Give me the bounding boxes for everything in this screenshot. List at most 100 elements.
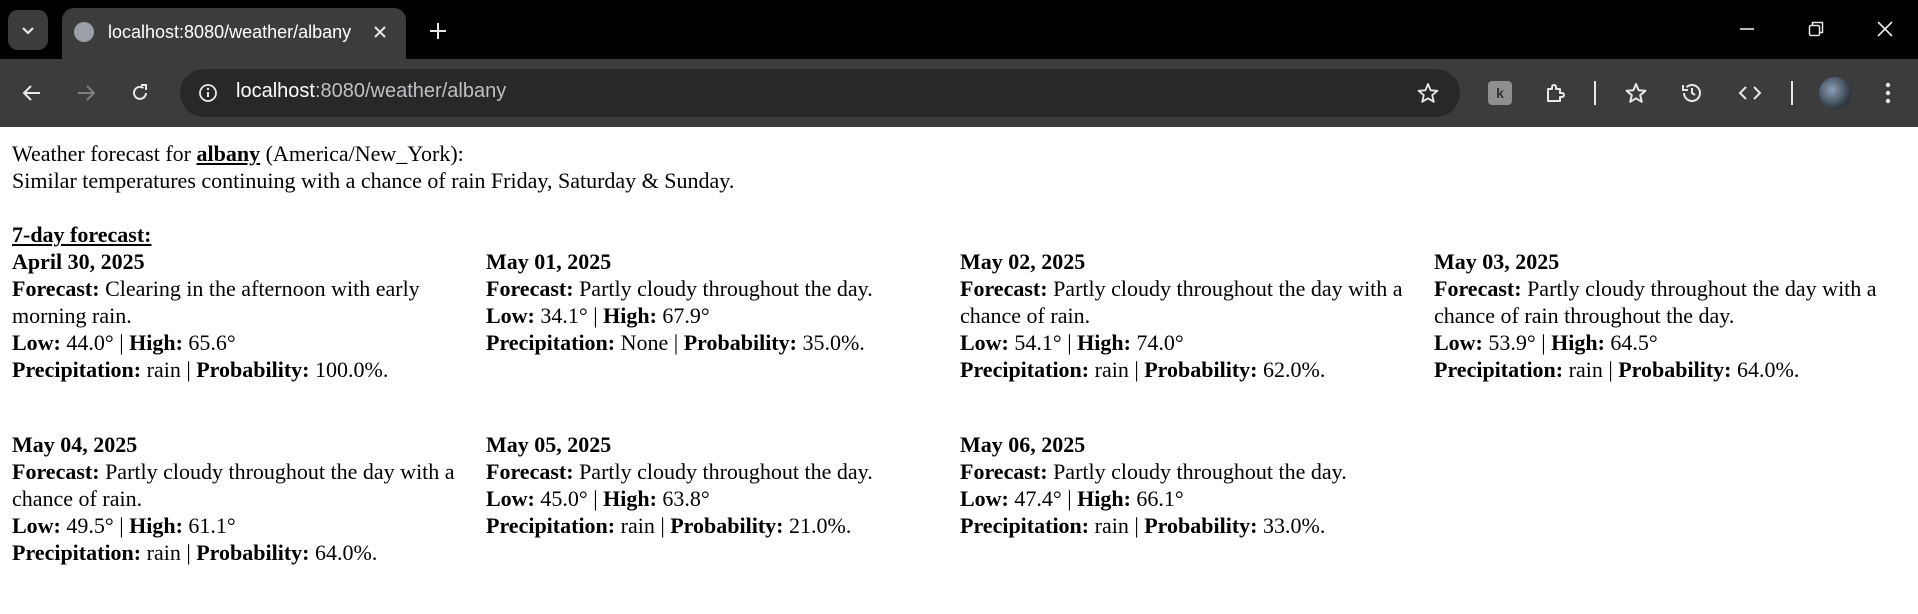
restore-button[interactable] <box>1801 14 1831 44</box>
high-label: High: <box>1077 486 1131 511</box>
forecast-description: Forecast: Partly cloudy throughout the d… <box>960 275 1424 329</box>
low-temp: 49.5° <box>66 513 114 538</box>
probability-label: Probability: <box>683 330 797 355</box>
url-path: :8080/weather/albany <box>314 80 507 102</box>
forecast-description: Forecast: Clearing in the afternoon with… <box>12 275 476 329</box>
probability-label: Probability: <box>1618 357 1732 382</box>
new-tab-button[interactable] <box>424 17 452 45</box>
low-label: Low: <box>1434 330 1483 355</box>
low-label: Low: <box>960 486 1009 511</box>
forecast-label: Forecast: <box>12 459 100 484</box>
url-text[interactable]: localhost:8080/weather/albany <box>236 80 506 103</box>
precipitation-line: Precipitation: rain | Probability: 64.0%… <box>1434 356 1898 383</box>
probability-value: 21.0%. <box>789 513 852 538</box>
star-list-icon <box>1625 83 1647 103</box>
menu-button[interactable] <box>1872 77 1904 109</box>
precipitation-label: Precipitation: <box>960 357 1090 382</box>
high-temp: 61.1° <box>188 513 236 538</box>
separator: | <box>587 303 604 328</box>
extensions-button[interactable] <box>1540 77 1572 109</box>
forward-button[interactable] <box>70 77 102 109</box>
low-temp: 54.1° <box>1014 330 1062 355</box>
probability-label: Probability: <box>670 513 784 538</box>
probability-value: 100.0%. <box>315 357 389 382</box>
precipitation-label: Precipitation: <box>486 513 616 538</box>
forecast-text: Partly cloudy throughout the day. <box>1053 459 1347 484</box>
probability-label: Probability: <box>196 540 310 565</box>
close-window-button[interactable] <box>1870 14 1900 44</box>
separator: | <box>654 513 671 538</box>
browser-toolbar: localhost:8080/weather/albany k <box>0 59 1918 127</box>
low-temp: 45.0° <box>540 486 588 511</box>
separator: | <box>587 486 604 511</box>
precipitation-line: Precipitation: None | Probability: 35.0%… <box>486 329 950 356</box>
code-icon <box>1738 86 1762 100</box>
tab-strip: localhost:8080/weather/albany <box>0 0 1918 59</box>
precipitation-line: Precipitation: rain | Probability: 21.0%… <box>486 512 950 539</box>
profile-avatar[interactable] <box>1819 77 1851 109</box>
bookmarks-button[interactable] <box>1620 77 1652 109</box>
reload-button[interactable] <box>124 77 156 109</box>
separator: | <box>1602 357 1619 382</box>
extension-k-icon[interactable]: k <box>1488 81 1512 105</box>
back-button[interactable] <box>16 77 48 109</box>
toolbar-separator <box>1594 81 1596 105</box>
forecast-day: April 30, 2025 Forecast: Clearing in the… <box>12 248 486 431</box>
forecast-label: Forecast: <box>12 276 100 301</box>
high-label: High: <box>129 330 183 355</box>
bookmark-star-button[interactable] <box>1416 81 1440 105</box>
precipitation-type: rain <box>146 540 181 565</box>
forecast-date: May 04, 2025 <box>12 432 138 457</box>
site-info-icon[interactable] <box>196 81 220 105</box>
precipitation-type: rain <box>146 357 181 382</box>
puzzle-icon <box>1547 84 1565 102</box>
active-tab[interactable]: localhost:8080/weather/albany <box>62 8 406 59</box>
forecast-description: Forecast: Partly cloudy throughout the d… <box>12 458 476 512</box>
arrow-right-icon <box>78 85 96 101</box>
low-label: Low: <box>960 330 1009 355</box>
globe-icon <box>74 22 94 42</box>
low-temp: 34.1° <box>540 303 588 328</box>
city-name: albany <box>196 141 261 166</box>
temperature-line: Low: 34.1° | High: 67.9° <box>486 302 950 329</box>
arrow-left-icon <box>22 85 40 101</box>
forecast-label: Forecast: <box>1434 276 1522 301</box>
forecast-day: May 03, 2025 Forecast: Partly cloudy thr… <box>1434 248 1908 431</box>
temperature-line: Low: 54.1° | High: 74.0° <box>960 329 1424 356</box>
precipitation-line: Precipitation: rain | Probability: 64.0%… <box>12 539 476 566</box>
high-temp: 66.1° <box>1136 486 1184 511</box>
forecast-summary: Similar temperatures continuing with a c… <box>12 168 735 193</box>
separator: | <box>180 540 197 565</box>
minimize-button[interactable] <box>1732 14 1762 44</box>
low-temp: 44.0° <box>66 330 114 355</box>
forecast-text: Partly cloudy throughout the day. <box>579 276 873 301</box>
separator: | <box>1061 330 1078 355</box>
address-bar[interactable]: localhost:8080/weather/albany <box>180 69 1460 117</box>
temperature-line: Low: 47.4° | High: 66.1° <box>960 485 1424 512</box>
tab-search-button[interactable] <box>8 10 48 50</box>
precipitation-type: rain <box>1094 513 1129 538</box>
forecast-day: May 05, 2025 Forecast: Partly cloudy thr… <box>486 431 960 614</box>
toolbar-separator <box>1791 81 1793 105</box>
url-host: localhost <box>236 80 315 102</box>
separator: | <box>180 357 197 382</box>
high-temp: 63.8° <box>662 486 710 511</box>
history-button[interactable] <box>1676 77 1708 109</box>
devtools-button[interactable] <box>1734 77 1766 109</box>
high-temp: 74.0° <box>1136 330 1184 355</box>
chevron-down-icon <box>22 27 34 35</box>
forecast-date: May 03, 2025 <box>1434 249 1560 274</box>
precipitation-type: None <box>620 330 669 355</box>
separator: | <box>1128 513 1145 538</box>
timezone: (America/New_York): <box>260 141 464 166</box>
precipitation-label: Precipitation: <box>960 513 1090 538</box>
separator: | <box>1061 486 1078 511</box>
temperature-line: Low: 49.5° | High: 61.1° <box>12 512 476 539</box>
forecast-label: Forecast: <box>486 276 574 301</box>
star-icon <box>1417 83 1439 103</box>
high-temp: 65.6° <box>188 330 236 355</box>
tab-close-button[interactable] <box>368 20 392 44</box>
forecast-description: Forecast: Partly cloudy throughout the d… <box>486 275 950 302</box>
forecast-date: May 01, 2025 <box>486 249 612 274</box>
precipitation-type: rain <box>620 513 655 538</box>
